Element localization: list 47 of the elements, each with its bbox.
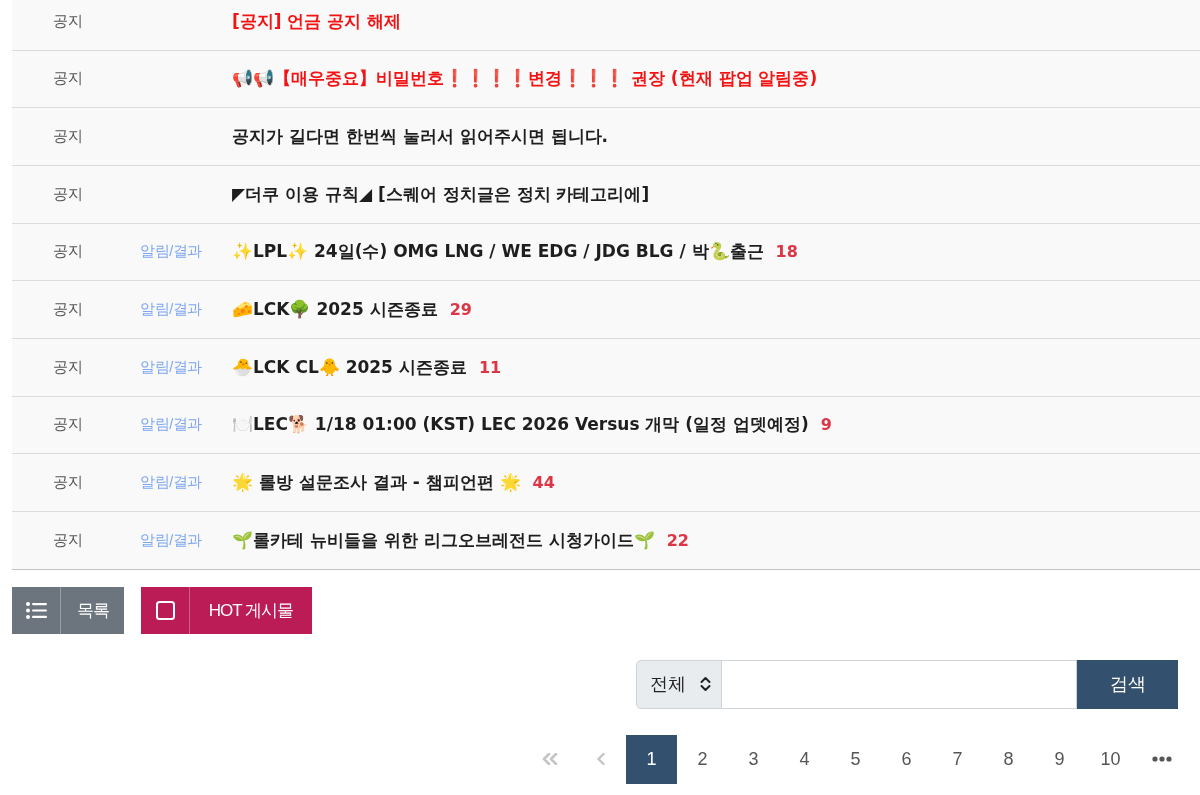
comment-count: 22 xyxy=(666,530,689,550)
hot-posts-button[interactable]: HOT 게시물 xyxy=(141,586,312,634)
scope-select[interactable]: 전체 xyxy=(636,659,722,709)
category-label: 공지 xyxy=(53,127,83,145)
search-field[interactable] xyxy=(722,659,1077,709)
category-label: 공지 xyxy=(53,11,83,29)
notice-title-link[interactable]: 🌟 롤방 설문조사 결과 - 챔피언편 🌟 xyxy=(232,471,521,495)
category-label: 공지 xyxy=(53,415,83,433)
up-down-chevron-icon xyxy=(700,676,711,693)
search-button[interactable]: 검색 xyxy=(1077,659,1178,709)
category-label: 공지 xyxy=(53,530,83,548)
notice-title-link[interactable]: 🌱롤카테 뉴비들을 위한 리그오브레전드 시청가이드🌱 xyxy=(232,528,655,552)
page-button[interactable]: 4 xyxy=(779,734,830,784)
comment-count: 44 xyxy=(532,473,555,493)
page-button[interactable]: 2 xyxy=(677,734,728,784)
notice-title-link[interactable]: 🧀LCK🌳 2025 시즌종료 xyxy=(232,298,438,322)
page-button[interactable]: 3 xyxy=(728,734,779,784)
notice-title-link[interactable]: 공지가 길다면 한번씩 눌러서 읽어주시면 됩니다. xyxy=(232,125,609,149)
notice-title-link[interactable]: ✨LPL✨ 24일(수) OMG LNG / WE EDG / JDG BLG / 박🐍출근 xyxy=(232,240,764,264)
square-icon xyxy=(155,600,175,620)
notice-title-link[interactable]: ◤더쿠 이용 규칙◢ [스퀘어 정치글은 정치 카테고리에] xyxy=(232,182,650,206)
notice-title-link[interactable]: 📢📢【매우중요】비밀번호❗❗❗❗변경❗❗❗ 권장 (현재 팝업 알림중) xyxy=(232,67,818,91)
page-button[interactable]: 7 xyxy=(932,734,983,784)
notice-title-link[interactable]: [공지] 언금 공지 해제 xyxy=(232,9,402,33)
notice-title-link[interactable]: 🍽LEC🐕 1/18 01:00 (KST) LEC 2026 Versus 개막 (일정 업뎃예정) xyxy=(232,413,809,437)
comment-count: 18 xyxy=(775,242,798,262)
category-label: 공지 xyxy=(53,300,83,318)
page-button[interactable]: 5 xyxy=(830,734,881,784)
page-button[interactable]: 6 xyxy=(881,734,932,784)
category-label: 공지 xyxy=(53,473,83,491)
comment-count: 29 xyxy=(449,300,472,320)
category-label: 공지 xyxy=(53,69,83,87)
category-label: 공지 xyxy=(53,184,83,202)
ellipsis-icon xyxy=(1151,756,1172,763)
list-icon xyxy=(25,601,47,619)
page-button[interactable]: 9 xyxy=(1034,734,1085,784)
chevron-left-icon xyxy=(596,753,605,766)
comment-count: 11 xyxy=(478,357,502,377)
page-button[interactable]: 8 xyxy=(983,734,1034,784)
page-button[interactable]: 1 xyxy=(626,734,677,784)
list-button[interactable]: 목록 xyxy=(12,586,124,634)
category-label: 공지 xyxy=(53,242,83,260)
comment-count: 9 xyxy=(820,415,832,435)
page-button[interactable]: 10 xyxy=(1085,734,1136,784)
notice-title-link[interactable]: 🐣LCK CL🐥 2025 시즌종료 xyxy=(232,355,467,379)
category-label: 공지 xyxy=(53,357,83,375)
double-chevron-left-icon xyxy=(541,753,558,766)
